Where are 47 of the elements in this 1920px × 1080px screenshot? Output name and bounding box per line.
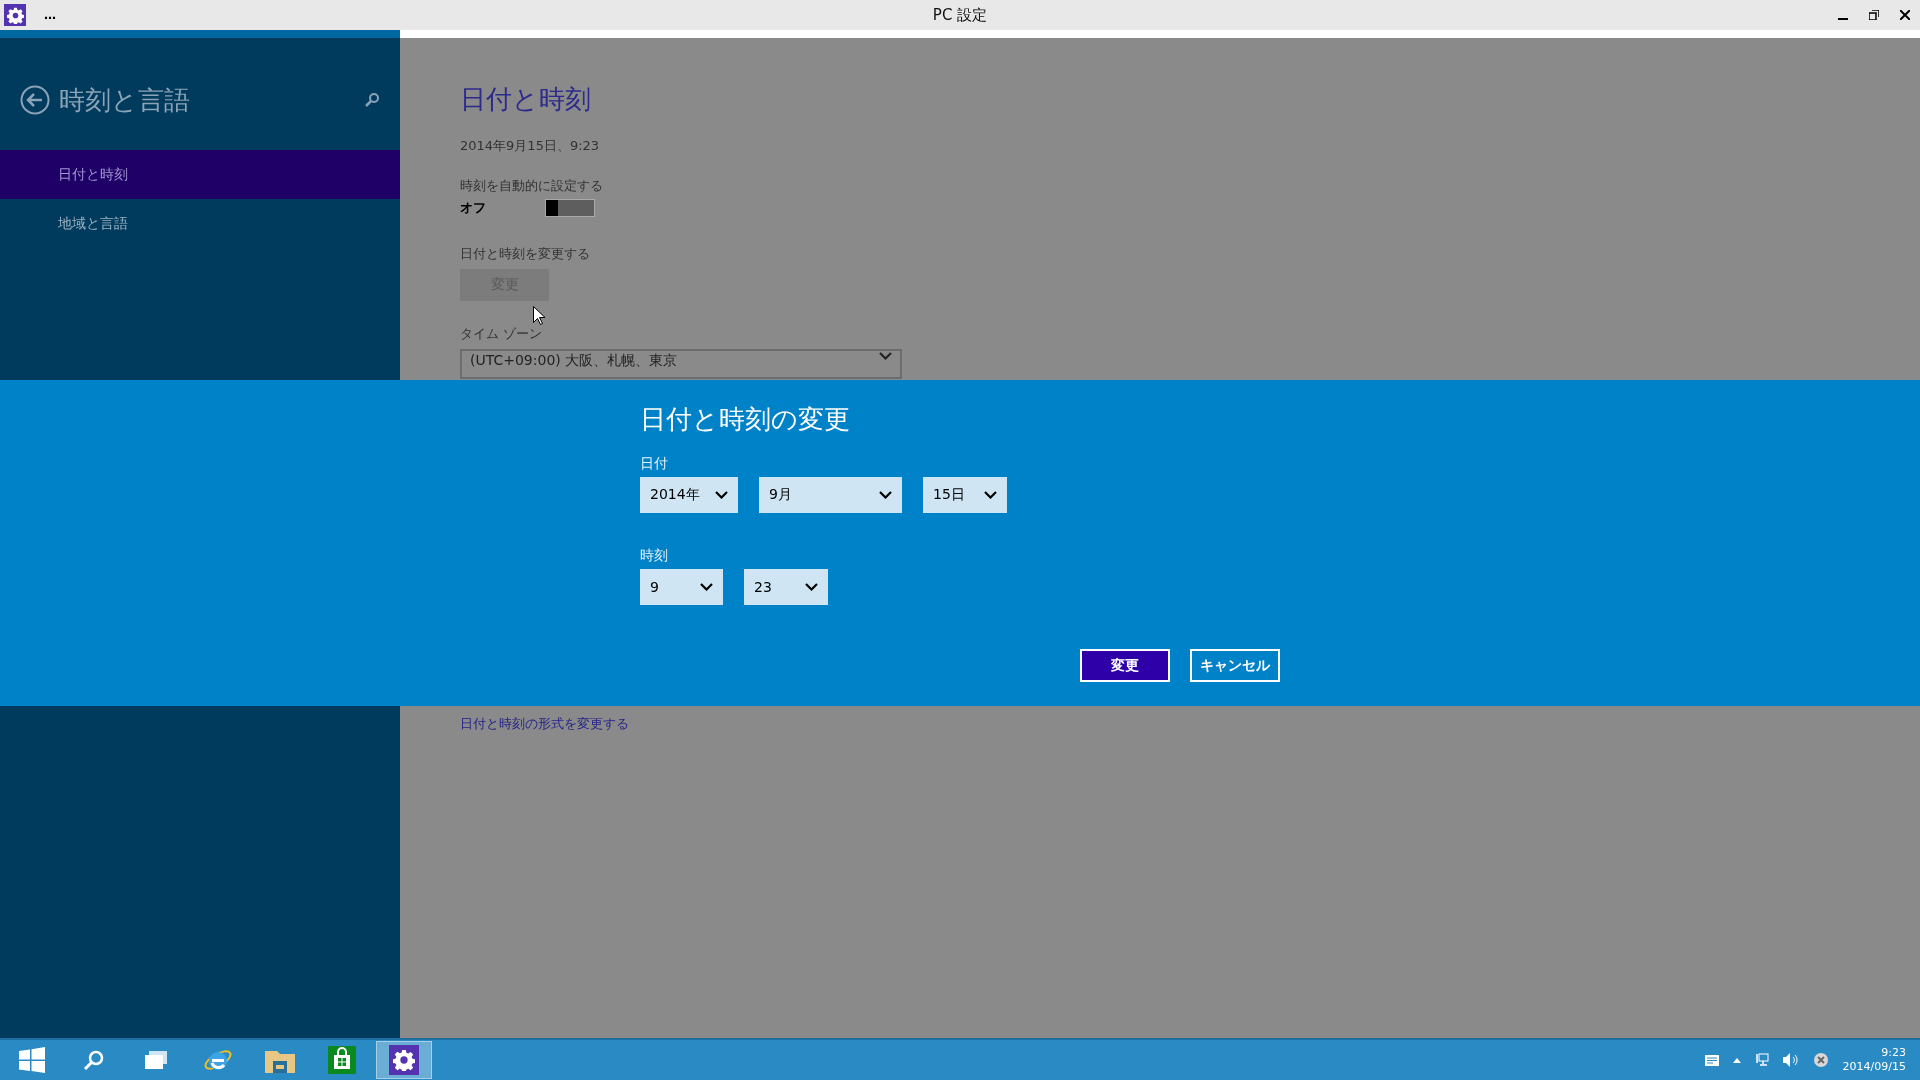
- speaker-icon[interactable]: [1782, 1053, 1799, 1067]
- chevron-down-icon: [700, 583, 713, 591]
- sidebar-item[interactable]: 地域と言語: [0, 199, 400, 248]
- confirm-button[interactable]: 変更: [1080, 649, 1170, 682]
- setting-label: 日付と時刻を変更する: [460, 245, 591, 263]
- restore-icon: [1868, 10, 1879, 20]
- dropdown[interactable]: 9: [640, 569, 723, 605]
- window-title: PC 設定: [932, 5, 988, 25]
- message-icon[interactable]: [1704, 1054, 1719, 1066]
- toggle-state: オフ: [460, 199, 487, 217]
- network-icon[interactable]: [1754, 1053, 1769, 1067]
- field-label: 時刻: [640, 547, 669, 565]
- taskbar-button[interactable]: [376, 1041, 432, 1079]
- dropdown[interactable]: 23: [744, 569, 828, 605]
- sidebar-title: 時刻と言語: [59, 83, 191, 117]
- cancel-button[interactable]: キャンセル: [1190, 649, 1280, 682]
- page-heading: 日付と時刻: [460, 83, 592, 116]
- up-arrow-icon[interactable]: [1732, 1057, 1741, 1063]
- dialog-title: 日付と時刻の変更: [640, 403, 851, 436]
- chevron-down-icon: [879, 491, 892, 499]
- back-icon[interactable]: [20, 85, 50, 115]
- close-icon: [1899, 10, 1910, 20]
- dropdown[interactable]: 15日: [923, 477, 1007, 513]
- error-icon[interactable]: [1812, 1052, 1829, 1068]
- search-icon[interactable]: [364, 92, 380, 108]
- chevron-down-icon: [715, 491, 728, 499]
- chevron-down-icon: [879, 352, 892, 360]
- clock[interactable]: 9:23 2014/09/15: [1842, 1046, 1906, 1074]
- minimize-icon: [1837, 17, 1848, 20]
- chevron-down-icon: [984, 491, 997, 499]
- dropdown[interactable]: 2014年: [640, 477, 738, 513]
- timezone-dropdown[interactable]: (UTC+09:00) 大阪、札幌、東京: [460, 349, 902, 379]
- setting-label: タイム ゾーン: [460, 325, 544, 343]
- sidebar-item[interactable]: 日付と時刻: [0, 150, 400, 199]
- windows-stack-icon: [145, 1051, 167, 1069]
- field-label: 日付: [640, 455, 669, 473]
- format-link[interactable]: 日付と時刻の形式を変更する: [460, 715, 629, 733]
- dropdown[interactable]: 9月: [759, 477, 902, 513]
- setting-label: 時刻を自動的に設定する: [460, 177, 604, 195]
- chevron-down-icon: [805, 583, 818, 591]
- windows-logo-icon: [19, 1047, 45, 1073]
- search-icon: [83, 1049, 105, 1071]
- menu-glyph[interactable]: …: [44, 8, 56, 22]
- toggle-switch[interactable]: [545, 199, 595, 217]
- current-datetime: 2014年9月15日、9:23: [460, 137, 601, 155]
- shopping-bag-icon: [328, 1046, 356, 1074]
- mouse-cursor-icon: [533, 306, 545, 325]
